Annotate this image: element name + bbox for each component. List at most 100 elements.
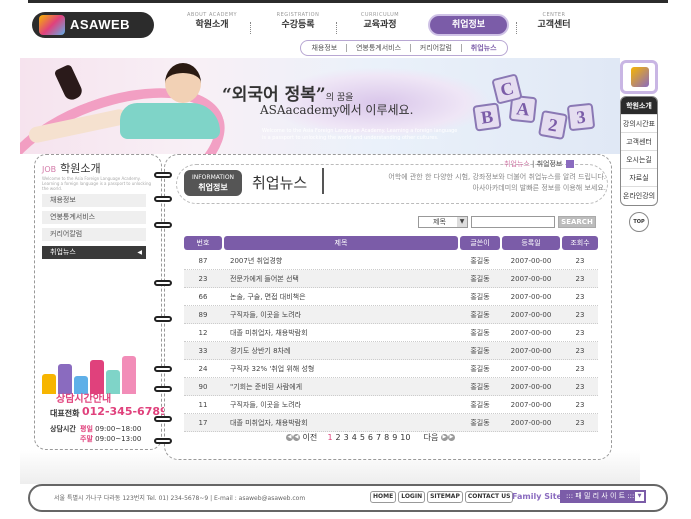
cell-subject[interactable]: 구직자들, 이곳을 노려라 xyxy=(230,306,456,324)
page-number[interactable]: 8 xyxy=(384,433,389,442)
table-row[interactable]: 90 "기회는 준비된 사람에게 홍길동 2007-00-00 23 xyxy=(184,378,598,396)
cell-date: 2007-00-00 xyxy=(510,275,552,283)
cell-date: 2007-00-00 xyxy=(510,401,552,409)
left-panel-title: JOB 학원소개 xyxy=(42,160,101,176)
cell-number: 33 xyxy=(198,347,208,355)
banner-figure-shoe xyxy=(53,63,85,103)
page-number[interactable]: 5 xyxy=(360,433,365,442)
gnb-ko-label: 수강등록 xyxy=(281,20,315,30)
subnav-item-career[interactable]: 커리어칼럼 xyxy=(420,43,452,53)
page-number[interactable]: 2 xyxy=(336,433,341,442)
gnb-en-label: ABOUT ACADEMY xyxy=(186,12,238,18)
cell-subject[interactable]: 대졸 미취업자, 채용박람회 xyxy=(230,324,456,342)
search-select-value: 제목 xyxy=(433,218,446,226)
first-page-icon[interactable]: ◀ xyxy=(286,434,293,441)
page-number[interactable]: 10 xyxy=(400,433,410,442)
footer-link-contact[interactable]: CONTACT US xyxy=(464,491,514,503)
page-number[interactable]: 6 xyxy=(368,433,373,442)
logo[interactable]: ASAWEB xyxy=(32,12,154,38)
title-bracket xyxy=(322,168,330,194)
page-title: 취업뉴스 xyxy=(252,174,308,192)
table-row[interactable]: 87 2007년 취업경향 홍길동 2007-00-00 23 xyxy=(184,252,598,270)
quick-item-directions[interactable]: 오시는길 xyxy=(621,151,657,169)
cell-views: 23 xyxy=(575,275,585,283)
prev-label[interactable]: 이전 xyxy=(303,433,318,442)
table-row[interactable]: 12 대졸 미취업자, 채용박람회 홍길동 2007-00-00 23 xyxy=(184,324,598,342)
search-button[interactable]: SEARCH xyxy=(558,216,596,228)
cell-date: 2007-00-00 xyxy=(510,383,552,391)
table-row[interactable]: 24 구직자 32% '취업 위해 성형 홍길동 2007-00-00 23 xyxy=(184,360,598,378)
lnb-item-career[interactable]: 커리어칼럼 xyxy=(42,228,146,241)
last-page-icon[interactable]: ▶ xyxy=(447,434,455,441)
gnb-ko-label: 고객센터 xyxy=(537,20,571,30)
binder-ring xyxy=(154,366,172,372)
cell-subject[interactable]: 2007년 취업경향 xyxy=(230,252,456,270)
gnb-ko-label: 교육과정 xyxy=(363,20,397,30)
quick-item-online[interactable]: 온라인강의 xyxy=(621,187,657,205)
prev-page-icon[interactable]: ◀ xyxy=(293,434,300,441)
footer-link-login[interactable]: LOGIN xyxy=(398,491,426,503)
quick-menu: 학원소개 강의시간표 고객센터 오시는길 자료실 온라인강의 xyxy=(620,96,658,206)
top-button[interactable]: TOP xyxy=(629,212,649,232)
subnav-item-news[interactable]: 취업뉴스 xyxy=(471,43,497,53)
quick-item-center[interactable]: 고객센터 xyxy=(621,133,657,151)
subnav-item-recruit[interactable]: 채용정보 xyxy=(311,43,337,53)
page-number[interactable]: 1 xyxy=(327,433,332,442)
family-site-select[interactable]: ::: 패 밀 리 사 이 트 ::: ▼ xyxy=(560,490,646,503)
cell-number: 11 xyxy=(198,401,208,409)
cell-subject[interactable]: "기회는 준비된 사람에게 xyxy=(230,378,456,396)
search-select[interactable]: 제목 ▼ xyxy=(418,216,468,228)
page-number[interactable]: 3 xyxy=(344,433,349,442)
table-row[interactable]: 11 구직자들, 이곳을 노려라 홍길동 2007-00-00 23 xyxy=(184,396,598,414)
gnb-item-curriculum[interactable]: CURRICULUM 교육과정 xyxy=(352,12,408,38)
page-number[interactable]: 4 xyxy=(352,433,357,442)
gnb-item-job-info[interactable]: 취업정보 xyxy=(428,14,509,36)
gnb-item-registration[interactable]: REGISTRATION 수강등록 xyxy=(270,12,326,38)
page-number[interactable]: 9 xyxy=(392,433,397,442)
lnb-item-salary[interactable]: 연봉통계서비스 xyxy=(42,211,146,224)
cell-views: 23 xyxy=(575,383,585,391)
cell-author: 홍길동 xyxy=(470,365,490,373)
banner-subheadline: ASAacademy에서 이루세요. xyxy=(260,103,414,117)
search-input[interactable] xyxy=(471,216,555,228)
footer-link-sitemap[interactable]: SITEMAP xyxy=(427,491,463,503)
cell-author: 홍길동 xyxy=(470,257,490,265)
cell-subject[interactable]: 구직자 32% '취업 위해 성형 xyxy=(230,360,456,378)
gnb-item-about[interactable]: ABOUT ACADEMY 학원소개 xyxy=(184,12,240,38)
subnav-divider xyxy=(460,44,462,52)
footer-link-home[interactable]: HOME xyxy=(370,491,397,503)
table-row[interactable]: 33 경기도 상반기 8차례 홍길동 2007-00-00 23 xyxy=(184,342,598,360)
cell-subject[interactable]: 논술, 구술, 면접 대비책은 xyxy=(230,288,456,306)
tel-label: 대표전화 xyxy=(50,409,80,418)
cell-subject[interactable]: 구직자들, 이곳을 노려라 xyxy=(230,396,456,414)
table-row[interactable]: 66 논술, 구술, 면접 대비책은 홍길동 2007-00-00 23 xyxy=(184,288,598,306)
cell-author: 홍길동 xyxy=(470,329,490,337)
gnb-item-center[interactable]: CENTER 고객센터 xyxy=(526,12,582,38)
home-icon[interactable] xyxy=(566,160,575,168)
quick-item-timetable[interactable]: 강의시간표 xyxy=(621,115,657,133)
cell-author: 홍길동 xyxy=(470,293,490,301)
subnav-item-salary[interactable]: 연봉통계서비스 xyxy=(356,43,401,53)
banner-english-text: Welcome to the Asia Foreign Language Aca… xyxy=(262,128,458,141)
cell-author: 홍길동 xyxy=(470,401,490,409)
breadcrumb-parent[interactable]: 취업정보 xyxy=(537,160,563,168)
table-row[interactable]: 17 대졸 미취업자, 채용박람회 홍길동 2007-00-00 23 xyxy=(184,414,598,432)
badge-en: INFORMATION xyxy=(191,174,235,181)
binder-ring xyxy=(154,316,172,322)
lnb-item-recruit[interactable]: 채용정보 xyxy=(42,194,146,207)
gnb-en-label: CURRICULUM xyxy=(360,12,400,18)
cell-views: 23 xyxy=(575,293,585,301)
banner-block: 3 xyxy=(566,102,596,132)
next-page-icon[interactable]: ▶ xyxy=(440,434,448,441)
quick-item-archive[interactable]: 자료실 xyxy=(621,169,657,187)
cell-subject[interactable]: 경기도 상반기 8차례 xyxy=(230,342,456,360)
cell-subject[interactable]: 전문가에게 들어본 선택 xyxy=(230,270,456,288)
cell-subject[interactable]: 대졸 미취업자, 채용박람회 xyxy=(230,414,456,432)
quick-item-about[interactable]: 학원소개 xyxy=(621,97,657,115)
table-row[interactable]: 89 구직자들, 이곳을 노려라 홍길동 2007-00-00 23 xyxy=(184,306,598,324)
page-number[interactable]: 7 xyxy=(376,433,381,442)
next-label[interactable]: 다음 xyxy=(424,433,439,442)
lnb-item-news[interactable]: 취업뉴스 xyxy=(42,246,146,259)
table-row[interactable]: 23 전문가에게 들어본 선택 홍길동 2007-00-00 23 xyxy=(184,270,598,288)
quick-menu-icon[interactable] xyxy=(620,60,658,94)
